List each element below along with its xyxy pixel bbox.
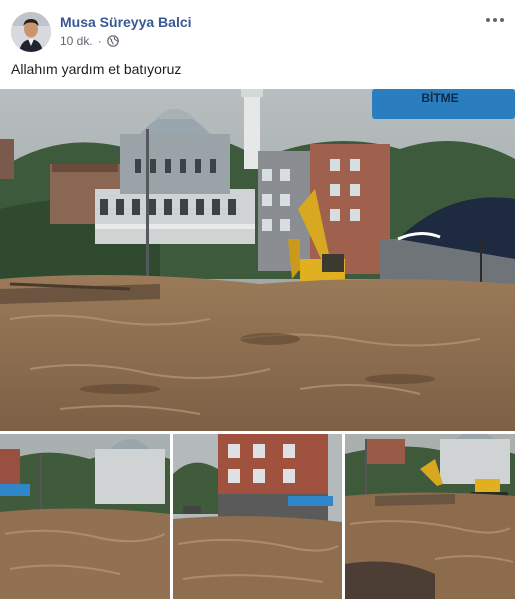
- road-sign-text: BİTME: [421, 90, 458, 105]
- post-photo-main[interactable]: BİTME: [0, 89, 515, 431]
- post-photo-thumb-3[interactable]: [345, 434, 515, 599]
- facebook-post: Musa Süreyya Balci 10 dk. · Allahım yard…: [0, 0, 515, 599]
- flood-scene-main: BİTME: [0, 89, 515, 431]
- post-photo-thumb-1[interactable]: [0, 434, 170, 599]
- dot: [500, 18, 504, 22]
- flood-scene-thumb-3: [345, 434, 515, 599]
- more-options-icon[interactable]: [484, 10, 506, 30]
- flood-scene-thumb-1: [0, 434, 170, 599]
- post-text: Allahım yardım et batıyoruz: [11, 61, 182, 77]
- dot: [486, 18, 490, 22]
- dot: [493, 18, 497, 22]
- meta-separator: ·: [97, 34, 102, 48]
- avatar-image: [11, 12, 51, 52]
- post-photo-thumb-2[interactable]: [173, 434, 342, 599]
- flood-scene-thumb-2: [173, 434, 342, 599]
- author-avatar[interactable]: [11, 12, 51, 52]
- post-meta: 10 dk. ·: [60, 34, 119, 48]
- post-timestamp[interactable]: 10 dk.: [60, 34, 93, 48]
- author-name[interactable]: Musa Süreyya Balci: [60, 14, 192, 30]
- globe-icon[interactable]: [106, 35, 119, 47]
